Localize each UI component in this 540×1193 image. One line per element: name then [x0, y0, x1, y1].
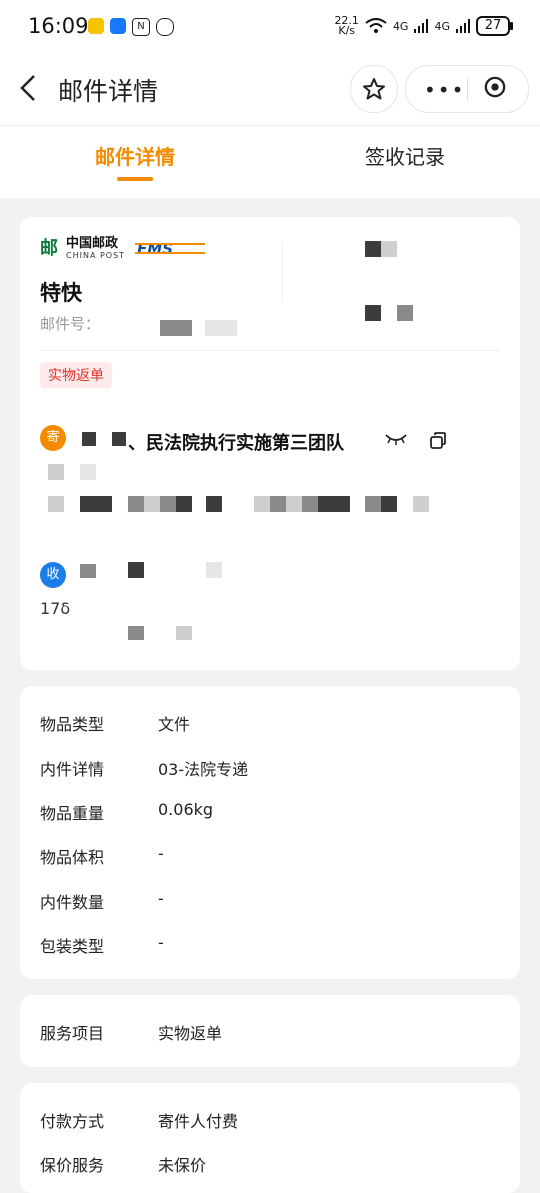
receiver-address-redacted-2 [176, 626, 192, 640]
service-card: 服务项目 实物返单 [20, 995, 520, 1067]
mail-number-label: 邮件号： [40, 315, 101, 333]
tab-sign-records[interactable]: 签收记录 [365, 141, 445, 170]
sender-address-redacted-9 [254, 496, 270, 512]
sender-address-redacted-3 [96, 496, 112, 512]
receiver-address-redacted [128, 626, 144, 640]
mail-summary-card: 邮 中国邮政 CHINA POST EMS 特快 邮件号： 实物返单 寄 、民法… [20, 217, 520, 670]
service-type: 特快 [40, 281, 82, 305]
alipay-icon [110, 18, 126, 34]
eye-closed-icon[interactable] [384, 431, 408, 447]
sender-address-redacted-11 [286, 496, 302, 512]
carrier-logo: 邮 中国邮政 CHINA POST EMS [40, 237, 206, 261]
tab-active-indicator [117, 177, 153, 181]
sender-address-redacted-5 [144, 496, 160, 512]
status-redacted [365, 241, 381, 257]
sender-address-redacted-12 [302, 496, 318, 512]
tab-mail-details[interactable]: 邮件详情 [95, 141, 175, 170]
carrier-name-en: CHINA POST [66, 251, 126, 260]
sender-address-redacted-8 [206, 496, 222, 512]
payment-method-value: 寄件人付费 [158, 1112, 239, 1131]
china-post-logo-icon: 邮 [40, 238, 58, 259]
signal-4g-1: 4G [392, 19, 409, 33]
mail-number-redacted-2 [205, 320, 237, 336]
quantity-label: 内件数量 [40, 893, 105, 912]
volume-label: 物品体积 [40, 848, 105, 867]
packaging-label: 包装类型 [40, 937, 105, 956]
sender-address-redacted [48, 496, 64, 512]
sender-address-redacted-14 [365, 496, 381, 512]
summary-divider [282, 243, 283, 301]
nfc-icon: N [132, 18, 150, 36]
service-value: 实物返单 [158, 1024, 223, 1043]
net-speed: 22.1 K/s [334, 14, 359, 37]
back-button[interactable] [18, 73, 38, 111]
status-bar: 16:09 N 22.1 K/s 4G 4G 27 [0, 0, 540, 55]
packaging-value: - [158, 933, 164, 952]
miniapp-capsule: ••• [405, 65, 529, 113]
chevron-left-icon [20, 75, 35, 101]
sender-name: 、民法院执行实施第三团队 [128, 433, 344, 454]
return-receipt-badge: 实物返单 [40, 362, 112, 388]
summary-separator [40, 350, 500, 351]
signal-bars-icon [414, 19, 429, 33]
status-app-icons: N [88, 18, 174, 36]
sender-phone-redacted [48, 464, 64, 480]
sender-address-redacted-13 [318, 496, 350, 512]
ems-logo: EMS [135, 240, 206, 258]
item-info-card: 物品类型 文件 内件详情 03-法院专递 物品重量 0.06kg 物品体积 - … [20, 686, 520, 979]
sender-address-redacted-15 [381, 496, 397, 512]
quantity-value: - [158, 889, 164, 908]
target-icon[interactable] [484, 76, 506, 98]
capsule-divider [467, 78, 468, 100]
receiver-name-redacted [80, 564, 96, 578]
weight-value: 0.06kg [158, 800, 214, 819]
sender-name-redacted-2 [112, 432, 126, 446]
receiver-avatar: 收 [40, 562, 66, 588]
status-redacted-4 [397, 305, 413, 321]
more-button[interactable]: ••• [424, 78, 465, 102]
receiver-name-redacted-3 [206, 562, 222, 578]
sender-address-redacted-16 [413, 496, 429, 512]
carrier-name-cn: 中国邮政 [66, 236, 119, 251]
sender-name-redacted [82, 432, 96, 446]
app-notification-icon [88, 18, 104, 34]
service-label: 服务项目 [40, 1024, 105, 1043]
battery-indicator: 27 [476, 16, 513, 36]
sender-address-redacted-6 [160, 496, 176, 512]
mail-number-redacted [160, 320, 192, 336]
contents-value: 03-法院专递 [158, 760, 249, 779]
sender-avatar: 寄 [40, 425, 66, 451]
receiver-phone-partial: 17δ [40, 599, 71, 618]
receiver-name-redacted-2 [128, 562, 144, 578]
signal-4g-2: 4G [434, 19, 450, 33]
status-indicators: 22.1 K/s 4G 4G 27 [334, 14, 513, 37]
app-header: 邮件详情 ••• [0, 55, 540, 125]
item-type-label: 物品类型 [40, 715, 105, 734]
status-time: 16:09 [28, 14, 89, 38]
favorite-button[interactable] [350, 65, 398, 113]
volume-value: - [158, 844, 164, 863]
star-icon [363, 78, 385, 100]
payment-method-label: 付款方式 [40, 1112, 105, 1131]
payment-card: 付款方式 寄件人付费 保价服务 未保价 [20, 1083, 520, 1193]
china-post-wordmark: 中国邮政 CHINA POST [66, 237, 125, 261]
sender-address-redacted-2 [80, 496, 96, 512]
weight-label: 物品重量 [40, 804, 105, 823]
insurance-value: 未保价 [158, 1156, 207, 1175]
status-redacted-3 [365, 305, 381, 321]
wifi-icon [365, 18, 387, 33]
signal-bars-icon-2 [456, 19, 470, 33]
page-title: 邮件详情 [58, 77, 159, 106]
copy-icon[interactable] [428, 431, 448, 451]
tab-bar: 邮件详情 签收记录 [0, 125, 540, 198]
status-redacted-2 [381, 241, 397, 257]
sender-address-redacted-7 [176, 496, 192, 512]
sender-phone-redacted-2 [80, 464, 96, 480]
sender-address-redacted-4 [128, 496, 144, 512]
alarm-icon [156, 18, 174, 36]
item-type-value: 文件 [158, 715, 191, 734]
contents-label: 内件详情 [40, 760, 105, 779]
sender-address-redacted-10 [270, 496, 286, 512]
insurance-label: 保价服务 [40, 1156, 105, 1175]
